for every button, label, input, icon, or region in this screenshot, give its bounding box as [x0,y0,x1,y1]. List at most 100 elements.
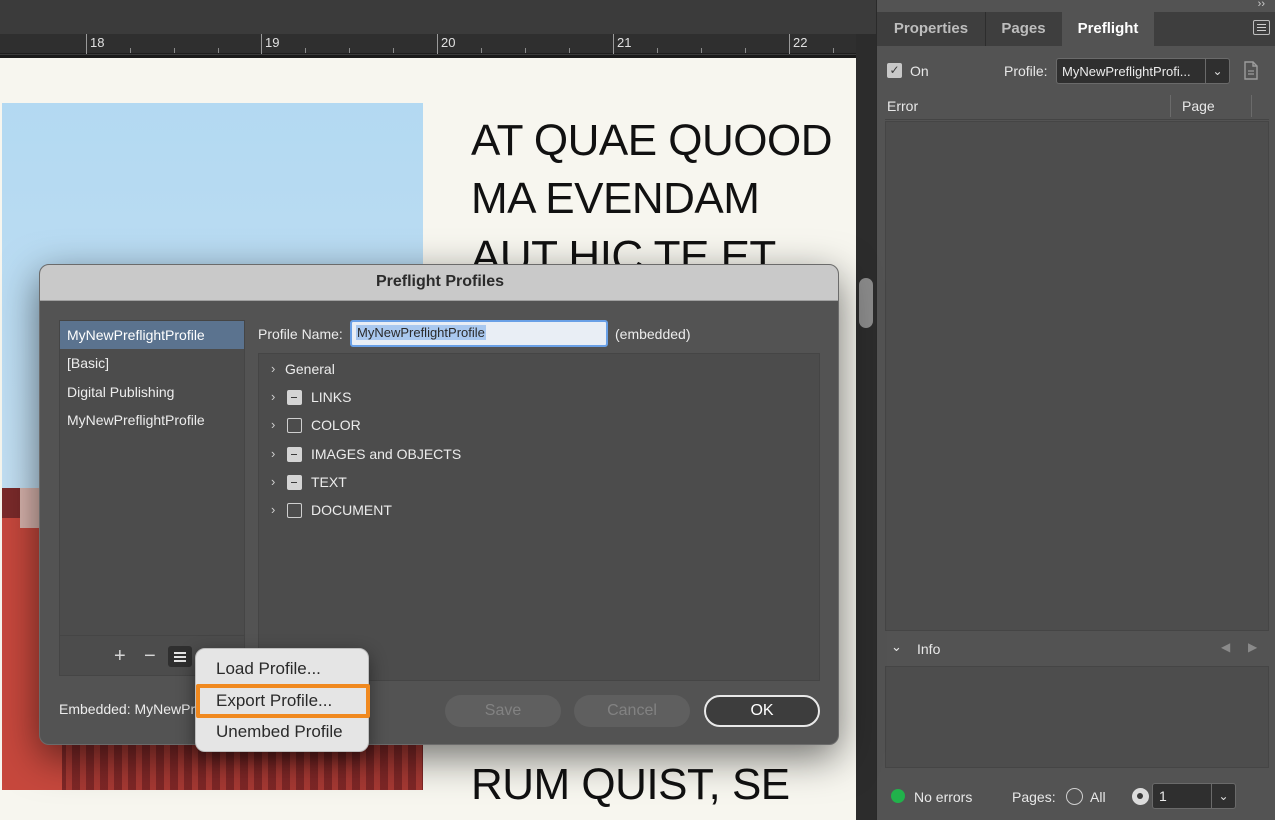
chevron-right-icon[interactable]: › [271,446,283,461]
color-checkbox[interactable] [287,418,302,433]
save-button[interactable]: Save [445,695,561,727]
page-range-value: 1 [1159,788,1167,804]
preflight-on-checkbox[interactable]: ✓ [887,63,902,78]
all-label: All [1090,789,1106,805]
pages-all-radio[interactable] [1066,788,1083,805]
chevron-right-icon[interactable]: › [271,389,283,404]
error-list-header: Error Page [885,92,1269,120]
ruler-tick [437,34,438,54]
page-column-header[interactable]: Page [1182,98,1215,114]
chevron-right-icon[interactable]: › [271,502,283,517]
status-text: No errors [914,789,973,805]
ruler-minor-tick [701,48,702,53]
column-divider [1251,95,1252,117]
images-objects-checkbox[interactable] [287,447,302,462]
tree-item-label: IMAGES and OBJECTS [311,446,462,462]
preflight-panel: ›› Properties Pages Preflight ✓ On Profi… [876,0,1275,820]
tab-properties[interactable]: Properties [877,12,985,46]
ruler-minor-tick [305,48,306,53]
preflight-profiles-dialog: Preflight Profiles MyNewPreflightProfile… [39,264,839,745]
ruler-minor-tick [130,48,131,53]
ruler-label: 21 [617,35,632,50]
pages-range-radio[interactable] [1132,788,1149,805]
links-checkbox[interactable] [287,390,302,405]
status-bar: No errors Pages: All 1 ⌄ [877,778,1275,820]
pages-label: Pages: [1012,789,1056,805]
horizontal-ruler[interactable]: 18 19 20 21 22 [0,34,856,54]
profile-name-label: Profile Name: [258,326,343,342]
chevron-down-icon[interactable]: ⌄ [891,639,902,655]
text-checkbox[interactable] [287,475,302,490]
cancel-button[interactable]: Cancel [574,695,690,727]
embedded-tag: (embedded) [615,326,691,342]
collapse-panel-icon[interactable]: ›› [1258,0,1265,10]
ruler-minor-tick [745,48,746,53]
error-column-header[interactable]: Error [887,98,918,114]
ruler-minor-tick [569,48,570,53]
dialog-title: Preflight Profiles [40,265,838,301]
profile-list-item[interactable]: MyNewPreflightProfile [60,406,244,434]
tab-pages[interactable]: Pages [986,12,1061,46]
headline-line[interactable]: AT QUAE QUOOD [471,112,833,170]
ruler-minor-tick [657,48,658,53]
tree-item-label: TEXT [311,474,347,490]
panel-menu-icon[interactable] [1253,20,1270,35]
info-label: Info [917,641,941,657]
page-edge [0,55,856,58]
scrollbar-thumb[interactable] [859,278,873,328]
document-checkbox[interactable] [287,503,302,518]
profile-name-field[interactable]: MyNewPreflightProfile [350,320,608,347]
ruler-minor-tick [525,48,526,53]
ruler-label: 18 [90,35,105,50]
chevron-right-icon[interactable]: › [271,361,283,376]
headline-line-bottom[interactable]: RUM QUIST, SE [471,756,790,814]
column-divider [1170,95,1171,117]
ruler-label: 19 [265,35,280,50]
panel-tabs: Properties Pages Preflight [877,12,1275,46]
ruler-minor-tick [481,48,482,53]
profile-label: Profile: [1004,63,1048,79]
headline-line[interactable]: MA EVENDAM [471,170,760,228]
ok-button[interactable]: OK [704,695,820,727]
add-profile-button[interactable]: + [114,646,126,666]
menu-item-unembed-profile[interactable]: Unembed Profile [196,717,368,747]
profile-list[interactable]: MyNewPreflightProfile [Basic] Digital Pu… [59,320,245,636]
profile-list-item[interactable]: MyNewPreflightProfile [60,321,244,349]
document-settings-icon[interactable] [1242,61,1260,81]
tree-item-label: COLOR [311,417,361,433]
menu-item-load-profile[interactable]: Load Profile... [196,654,368,684]
tab-preflight[interactable]: Preflight [1062,12,1154,46]
ruler-label: 20 [441,35,456,50]
next-arrow-icon[interactable]: ▶ [1248,640,1257,654]
ruler-minor-tick [349,48,350,53]
ruler-tick [261,34,262,54]
previous-arrow-icon[interactable]: ◀ [1221,640,1230,654]
on-label: On [910,63,929,79]
ruler-minor-tick [174,48,175,53]
profile-name-value: MyNewPreflightProfile [356,325,486,340]
chevron-right-icon[interactable]: › [271,417,283,432]
profile-settings-tree: › General › LINKS › COLOR › IMAGES and O… [258,353,820,681]
vertical-scrollbar[interactable] [856,34,876,820]
chevron-right-icon[interactable]: › [271,474,283,489]
ruler-minor-tick [393,48,394,53]
profile-select-value: MyNewPreflightProfi... [1062,64,1191,79]
ruler-tick [789,34,790,54]
chevron-down-icon[interactable]: ⌄ [1211,784,1235,808]
menu-highlight [196,684,370,718]
profile-menu-icon[interactable] [168,646,192,667]
tree-item-label: General [285,361,335,377]
info-box [885,666,1269,768]
remove-profile-button[interactable]: − [144,646,156,666]
ruler-minor-tick [218,48,219,53]
profile-select[interactable]: MyNewPreflightProfi... ⌄ [1056,58,1230,84]
profile-list-item[interactable]: Digital Publishing [60,378,244,406]
error-list[interactable] [885,121,1269,631]
page-range-select[interactable]: 1 ⌄ [1152,783,1236,809]
profile-list-item[interactable]: [Basic] [60,349,244,377]
ruler-tick [613,34,614,54]
tree-item-label: DOCUMENT [311,502,392,518]
chevron-down-icon[interactable]: ⌄ [1205,59,1229,83]
ruler-tick [86,34,87,54]
info-section-header[interactable]: ⌄ Info ◀ ▶ [885,636,1269,662]
